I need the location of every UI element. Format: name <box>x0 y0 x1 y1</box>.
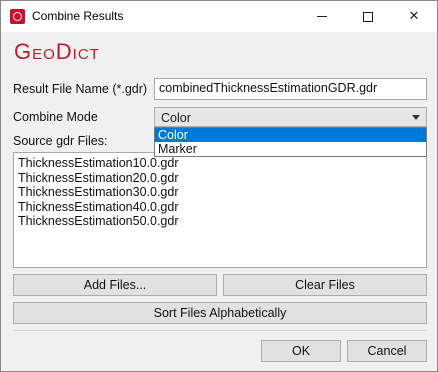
close-icon: ✕ <box>408 9 420 24</box>
list-item[interactable]: ThicknessEstimation20.0.gdr <box>18 171 422 186</box>
maximize-icon <box>363 11 373 22</box>
dropdown-option-marker[interactable]: Marker <box>155 142 426 156</box>
combine-mode-label: Combine Mode <box>13 110 98 124</box>
cancel-button[interactable]: Cancel <box>347 340 427 362</box>
result-file-input[interactable]: combinedThicknessEstimationGDR.gdr <box>154 78 427 100</box>
list-item[interactable]: ThicknessEstimation50.0.gdr <box>18 214 422 229</box>
combine-results-dialog: Combine Results ✕ GeoDict Result File Na… <box>0 0 438 372</box>
result-file-label: Result File Name (*.gdr) <box>13 82 148 96</box>
combine-mode-dropdown: Color Marker <box>154 127 427 157</box>
maximize-button[interactable] <box>345 1 391 32</box>
divider <box>13 330 427 331</box>
list-item[interactable]: ThicknessEstimation30.0.gdr <box>18 185 422 200</box>
combine-mode-select[interactable]: Color <box>154 107 427 127</box>
source-files-label: Source gdr Files: <box>13 134 108 148</box>
minimize-icon <box>317 16 327 17</box>
list-item[interactable]: ThicknessEstimation10.0.gdr <box>18 156 422 171</box>
title-bar[interactable]: Combine Results ✕ <box>1 1 437 32</box>
window-title: Combine Results <box>32 9 124 23</box>
close-button[interactable]: ✕ <box>391 1 437 32</box>
clear-files-button[interactable]: Clear Files <box>223 274 427 296</box>
list-item[interactable]: ThicknessEstimation40.0.gdr <box>18 200 422 215</box>
geodict-logo: GeoDict <box>14 39 100 64</box>
combine-mode-value: Color <box>161 111 191 125</box>
dropdown-option-color[interactable]: Color <box>155 128 426 142</box>
source-files-list[interactable]: ThicknessEstimation10.0.gdr ThicknessEst… <box>13 152 427 268</box>
ok-button[interactable]: OK <box>261 340 341 362</box>
chevron-down-icon <box>412 115 420 120</box>
sort-files-button[interactable]: Sort Files Alphabetically <box>13 302 427 324</box>
minimize-button[interactable] <box>299 1 345 32</box>
add-files-button[interactable]: Add Files... <box>13 274 217 296</box>
geodict-app-icon <box>10 9 25 24</box>
